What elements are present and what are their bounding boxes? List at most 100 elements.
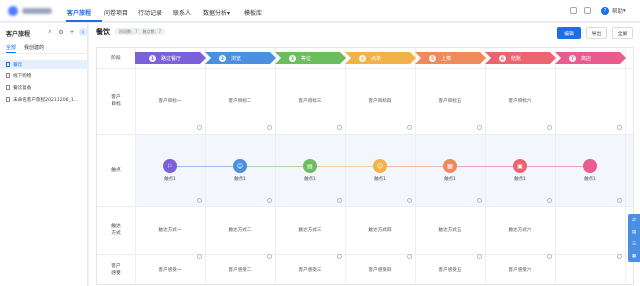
touchpoint-node[interactable]: ☺	[233, 159, 247, 173]
touchpoint-node[interactable]: ⚐	[163, 159, 177, 173]
fullscreen-button[interactable]: 全屏	[612, 27, 633, 39]
sidebar-item-journey[interactable]: 餐饮	[0, 60, 88, 69]
document-icon[interactable]: ▤	[632, 230, 636, 235]
brand-logo[interactable]	[8, 6, 52, 16]
cell-handle-icon[interactable]	[617, 198, 622, 203]
stage-label: 等位	[301, 55, 312, 62]
edit-button[interactable]: 编辑	[557, 27, 581, 39]
feeling-cell[interactable]: 客户感受六	[485, 267, 555, 273]
sidebar-tab-mine[interactable]: 我创建的	[24, 44, 44, 51]
cell-handle-icon[interactable]	[197, 198, 202, 203]
feeling-cell[interactable]: 客户感受三	[275, 267, 345, 273]
document-icon	[6, 85, 10, 90]
touchpoint-label: 触点1	[164, 177, 176, 182]
feeling-cell[interactable]: 客户感受四	[345, 267, 415, 273]
swap-icon[interactable]: ⇄	[632, 218, 636, 223]
stage-chevron[interactable]: 6 结账	[485, 52, 556, 64]
goal-cell[interactable]: 客户目标四	[345, 98, 415, 104]
goal-cell[interactable]: 客户目标五	[415, 98, 485, 104]
feeling-cell[interactable]: 客户感受二	[205, 267, 275, 273]
sidebar-item-journey[interactable]: 线下购物	[0, 71, 88, 80]
touchpoint-node[interactable]: ☺	[373, 159, 387, 173]
list-icon[interactable]: ☰	[632, 242, 636, 247]
sidebar-tabs: 全部 我创建的	[6, 44, 44, 51]
cell-handle-icon[interactable]	[337, 198, 342, 203]
sidebar-item-label: 餐饮复备	[13, 85, 32, 91]
channel-cell[interactable]: 触达方式二	[205, 227, 275, 233]
stage-chevron[interactable]: 4 点单	[345, 52, 416, 64]
cell-handle-icon[interactable]	[547, 198, 552, 203]
sidebar-item-label: 线下购物	[13, 73, 32, 79]
journey-sidebar: 客户旅程 ⌕ ⚙ + ‹ 全部 我创建的 餐饮 线下购物 餐饮复备 未命名客户旅…	[0, 23, 88, 286]
channel-cell[interactable]: 触达方式六	[485, 227, 555, 233]
nav-tab-analysis-label: 数据分析	[203, 10, 228, 17]
cell-handle-icon[interactable]	[407, 125, 412, 130]
notification-icon[interactable]	[570, 7, 577, 14]
cell-handle-icon[interactable]	[337, 125, 342, 130]
nav-tab-analysis[interactable]: 数据分析▾	[203, 8, 230, 17]
feeling-cell[interactable]: 客户感受五	[415, 267, 485, 273]
gear-icon[interactable]: ⚙	[57, 28, 65, 36]
channel-cell[interactable]: 触达方式五	[415, 227, 485, 233]
goal-cell[interactable]: 客户目标三	[275, 98, 345, 104]
touchpoint-node[interactable]: ▣	[513, 159, 527, 173]
stage-label: 路过餐厅	[161, 55, 182, 62]
stage-label: 浏览	[231, 55, 242, 62]
stage-number: 6	[499, 55, 506, 62]
stage-chevron[interactable]: 7 离店	[555, 52, 626, 64]
cell-handle-icon[interactable]	[197, 125, 202, 130]
cell-handle-icon[interactable]	[267, 198, 272, 203]
grid-icon[interactable]: ▦	[632, 254, 636, 259]
channel-cell[interactable]: 触达方式一	[135, 227, 205, 233]
cell-handle-icon[interactable]	[197, 254, 202, 259]
stage-chevron[interactable]: 3 等位	[275, 52, 346, 64]
cell-handle-icon[interactable]	[267, 254, 272, 259]
touchpoint-label: 触点1	[374, 177, 386, 182]
channel-cell[interactable]: 触达方式三	[275, 227, 345, 233]
cell-handle-icon[interactable]	[477, 254, 482, 259]
add-icon[interactable]: +	[68, 28, 76, 36]
export-button[interactable]: 导出	[586, 27, 607, 39]
nav-tab-templates[interactable]: 模板库	[244, 8, 262, 17]
cell-handle-icon[interactable]	[617, 254, 622, 259]
floating-toolbar[interactable]: ⇄ ▤ ☰ ▦	[628, 214, 640, 262]
stage-number: 5	[429, 55, 436, 62]
touchpoint-node[interactable]	[583, 159, 597, 173]
goal-cell[interactable]: 客户目标六	[485, 98, 555, 104]
cell-handle-icon[interactable]	[617, 125, 622, 130]
sidebar-item-journey[interactable]: 未命名客户旅程20211206_1...	[0, 95, 88, 104]
sidebar-item-label: 餐饮	[13, 62, 23, 68]
stage-chevron[interactable]: 5 上菜	[415, 52, 486, 64]
nav-tab-contacts[interactable]: 联系人	[173, 8, 191, 17]
touchpoint-connector	[387, 166, 443, 167]
goal-cell[interactable]: 客户目标二	[205, 98, 275, 104]
cell-handle-icon[interactable]	[407, 198, 412, 203]
cell-handle-icon[interactable]	[267, 125, 272, 130]
collapse-icon[interactable]: ‹	[79, 28, 87, 36]
nav-tab-journey[interactable]: 客户旅程	[67, 8, 91, 17]
message-icon[interactable]	[584, 7, 591, 14]
stage-chevron[interactable]: 1 路过餐厅	[135, 52, 206, 64]
nav-tab-survey[interactable]: 问卷项目	[104, 8, 128, 17]
cell-handle-icon[interactable]	[337, 254, 342, 259]
active-tab-indicator	[66, 20, 102, 22]
cell-handle-icon[interactable]	[477, 125, 482, 130]
feeling-cell[interactable]: 客户感受一	[135, 267, 205, 273]
sidebar-tab-all[interactable]: 全部	[6, 44, 16, 51]
cell-handle-icon[interactable]	[407, 254, 412, 259]
cell-handle-icon[interactable]	[477, 198, 482, 203]
help-menu[interactable]: ? 帮助 ▾	[601, 7, 626, 15]
channel-cell[interactable]: 触达方式四	[345, 227, 415, 233]
touchpoint-node[interactable]: ▤	[303, 159, 317, 173]
stage-chevron[interactable]: 2 浏览	[205, 52, 276, 64]
stage-label: 结账	[511, 55, 522, 62]
search-icon[interactable]: ⌕	[46, 28, 54, 36]
goal-cell[interactable]: 客户目标一	[135, 98, 205, 104]
cell-handle-icon[interactable]	[547, 125, 552, 130]
sidebar-item-journey[interactable]: 餐饮复备	[0, 83, 88, 92]
cell-handle-icon[interactable]	[547, 254, 552, 259]
top-navbar: 客户旅程 问卷项目 行动记录 联系人 数据分析▾ 模板库 ? 帮助 ▾	[0, 0, 640, 22]
nav-tab-actions[interactable]: 行动记录	[138, 8, 162, 17]
touchpoint-node[interactable]: ▦	[443, 159, 457, 173]
journey-stats: 阶段数：7 触点数：7	[115, 28, 166, 35]
